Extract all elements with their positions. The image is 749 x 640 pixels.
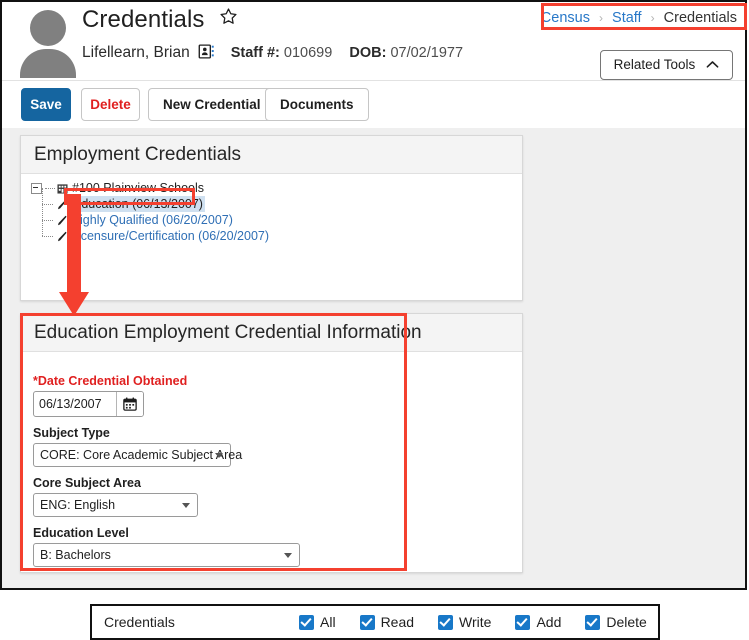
avatar-head-shape	[30, 10, 66, 46]
related-tools-button[interactable]: Related Tools	[599, 50, 733, 80]
staff-number-value: 010699	[283, 45, 333, 61]
tree-connector	[45, 187, 55, 189]
staff-number-label: Staff #:	[230, 45, 280, 61]
pencil-icon	[57, 231, 67, 242]
dob-label: DOB:	[349, 45, 387, 61]
action-toolbar: Save Delete New Credential Documents	[2, 81, 745, 129]
avatar	[14, 4, 82, 78]
education-level-label: Education Level	[33, 526, 129, 540]
credentials-tree: #100 Plainview Schools Education (06/13/…	[21, 174, 522, 244]
education-level-select[interactable]: B: Bachelors	[33, 543, 300, 567]
credential-form: *Date Credential Obtained 06/13/2007 Sub…	[21, 352, 522, 567]
permission-add-label: Add	[536, 614, 562, 630]
chevron-down-icon	[284, 553, 292, 558]
field-education-level: Education Level B: Bachelors	[33, 526, 522, 567]
field-core-subject-area: Core Subject Area ENG: English	[33, 476, 522, 517]
permission-add[interactable]: Add	[515, 614, 561, 630]
permission-delete-label: Delete	[606, 614, 647, 630]
breadcrumb-separator-icon: ›	[599, 11, 603, 25]
page-header: Credentials Lifellearn, Brian Staff #: 0…	[2, 2, 745, 81]
date-credential-obtained-label: *Date Credential Obtained	[33, 374, 188, 388]
tree-item-highly-qualified[interactable]: Highly Qualified (06/20/2007)	[29, 204, 522, 228]
checkbox-delete[interactable]	[585, 614, 601, 630]
related-tools-label: Related Tools	[613, 57, 696, 72]
date-credential-obtained-control[interactable]	[33, 391, 144, 417]
breadcrumb: Census › Staff › Credentials	[539, 8, 739, 28]
permission-write-label: Write	[459, 614, 492, 630]
employment-credentials-header: Employment Credentials	[21, 136, 522, 174]
tool-rights-name: Credentials	[104, 614, 175, 630]
breadcrumb-item-census[interactable]: Census	[541, 10, 590, 26]
date-credential-obtained-input[interactable]	[34, 392, 116, 416]
credential-information-panel: Education Employment Credential Informat…	[20, 313, 523, 573]
tree-root-node[interactable]: #100 Plainview Schools	[29, 180, 522, 196]
tree-item-licensure-certification-label: Licensure/Certification (06/20/2007)	[71, 229, 270, 243]
contact-card-icon[interactable]	[198, 43, 215, 65]
save-button[interactable]: Save	[21, 88, 71, 121]
tree-connector	[41, 220, 57, 244]
breadcrumb-item-credentials: Credentials	[663, 10, 737, 26]
page-body: Employment Credentials #100 Plainview Sc…	[2, 128, 745, 588]
chevron-up-icon	[706, 60, 719, 72]
new-credential-button[interactable]: New Credential	[148, 88, 276, 121]
checkbox-all[interactable]	[299, 614, 314, 630]
core-subject-area-select[interactable]: ENG: English	[33, 493, 198, 517]
calendar-icon-button[interactable]	[116, 392, 143, 416]
subject-type-value: CORE: Core Academic Subject Area	[40, 448, 243, 462]
checkbox-read[interactable]	[359, 614, 375, 630]
permission-write[interactable]: Write	[438, 614, 491, 630]
tree-item-licensure-certification[interactable]: Licensure/Certification (06/20/2007)	[29, 220, 522, 244]
subject-type-label: Subject Type	[33, 426, 110, 440]
permission-all-label: All	[320, 614, 336, 630]
breadcrumb-separator-icon: ›	[650, 11, 655, 25]
permission-read-label: Read	[380, 614, 415, 630]
tree-root-label: #100 Plainview Schools	[72, 181, 205, 195]
field-date-credential-obtained: *Date Credential Obtained	[33, 374, 522, 417]
chevron-down-icon	[182, 503, 190, 508]
chevron-down-icon	[215, 453, 223, 458]
checkbox-add[interactable]	[515, 614, 531, 630]
person-info-line: Lifellearn, Brian Staff #: 010699 DOB: 0…	[82, 42, 463, 64]
credential-information-header: Education Employment Credential Informat…	[21, 314, 522, 352]
staff-meta: Staff #: 010699 DOB: 07/02/1977	[231, 45, 463, 61]
school-building-icon	[57, 183, 68, 194]
core-subject-area-value: ENG: English	[40, 498, 116, 512]
tree-connector	[41, 188, 57, 212]
education-level-value: B: Bachelors	[40, 548, 111, 562]
checkbox-write[interactable]	[438, 614, 454, 630]
documents-button[interactable]: Documents	[265, 88, 369, 121]
tree-connector	[41, 204, 57, 228]
pencil-icon	[57, 215, 67, 226]
permission-read[interactable]: Read	[359, 614, 415, 630]
field-subject-type: Subject Type CORE: Core Academic Subject…	[33, 426, 522, 467]
page-title-text: Credentials	[82, 6, 205, 33]
employment-credentials-panel: Employment Credentials #100 Plainview Sc…	[20, 135, 523, 301]
core-subject-area-label: Core Subject Area	[33, 476, 141, 490]
tree-item-education[interactable]: Education (06/13/2007)	[29, 188, 522, 212]
calendar-icon	[123, 397, 137, 411]
subject-type-select[interactable]: CORE: Core Academic Subject Area	[33, 443, 242, 467]
avatar-body-shape	[20, 49, 76, 78]
app-window: Credentials Lifellearn, Brian Staff #: 0…	[0, 0, 747, 590]
permission-all[interactable]: All	[299, 614, 336, 630]
pencil-icon	[57, 199, 67, 210]
collapse-icon[interactable]	[31, 182, 42, 194]
tree-item-education-label: Education (06/13/2007)	[71, 196, 205, 212]
star-icon[interactable]	[219, 5, 238, 33]
permission-delete[interactable]: Delete	[585, 614, 647, 630]
dob-value: 07/02/1977	[390, 45, 464, 61]
delete-button[interactable]: Delete	[81, 88, 140, 121]
tool-rights-bar: Credentials All Read Write Add Delete	[90, 604, 660, 640]
page-title: Credentials	[82, 5, 238, 34]
person-name: Lifellearn, Brian	[82, 44, 190, 61]
tree-item-highly-qualified-label: Highly Qualified (06/20/2007)	[71, 213, 233, 227]
breadcrumb-item-staff[interactable]: Staff	[612, 10, 642, 26]
